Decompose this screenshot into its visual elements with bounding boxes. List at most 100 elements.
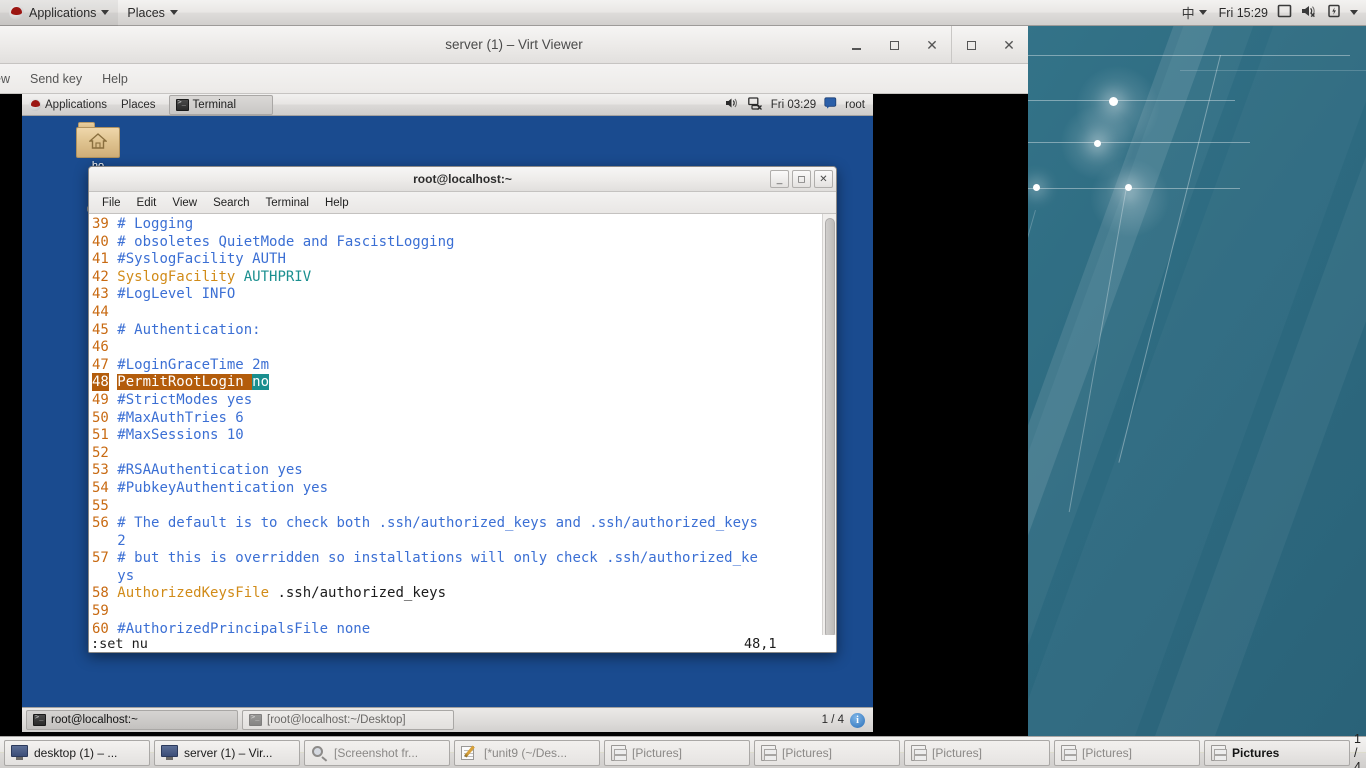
line-number: 51	[92, 427, 109, 444]
editor-line: 2	[92, 533, 822, 551]
editor-line: 51 #MaxSessions 10	[92, 427, 822, 445]
terminal-minimize-button[interactable]: _	[770, 170, 789, 188]
guest-user-label[interactable]: root	[845, 99, 865, 111]
guest-info-badge-icon[interactable]: i	[850, 712, 865, 728]
virt-viewer-menu-view[interactable]: ew	[0, 64, 20, 93]
editor-line: ys	[92, 568, 822, 586]
guest-user-icon[interactable]	[824, 97, 837, 112]
host-task-pictures-1[interactable]: [Pictures]	[604, 739, 750, 766]
host-task-label: server (1) – Vir...	[184, 745, 273, 760]
terminal-close-button[interactable]: ✕	[814, 170, 833, 188]
host-places-menu[interactable]: Places	[118, 0, 187, 26]
virt-viewer-minimize-button[interactable]	[837, 26, 875, 64]
guest-task-desktop-terminal[interactable]: [root@localhost:~/Desktop]	[242, 710, 454, 730]
line-number: 46	[92, 339, 109, 356]
terminal-scrollbar[interactable]	[822, 214, 836, 652]
terminal-menu-edit[interactable]: Edit	[129, 192, 165, 214]
code-span: AUTHPRIV	[243, 268, 312, 285]
battery-icon[interactable]	[1327, 4, 1341, 21]
editor-line: 40 # obsoletes QuietMode and FascistLogg…	[92, 234, 822, 252]
host-task-screenshot[interactable]: [Screenshot fr...	[304, 739, 450, 766]
guest-system-tray: Fri 03:29 root	[725, 96, 873, 113]
guest-workspace-indicator[interactable]: 1 / 4	[822, 714, 844, 726]
host-applications-menu[interactable]: Applications	[0, 0, 119, 26]
guest-window-list-label: Terminal	[192, 98, 237, 111]
code-span: .ssh/authorized_keys	[277, 585, 447, 602]
guest-taskbar: root@localhost:~ [root@localhost:~/Deskt…	[22, 707, 873, 732]
volume-muted-icon[interactable]	[1301, 4, 1318, 21]
volume-icon[interactable]	[725, 97, 740, 112]
guest-window-list-terminal[interactable]: Terminal	[168, 94, 273, 115]
editor-line: 43 #LogLevel INFO	[92, 286, 822, 304]
virt-viewer-menu-help[interactable]: Help	[92, 64, 138, 93]
editor-line: 49 #StrictModes yes	[92, 392, 822, 410]
outer-close-button[interactable]: ✕	[990, 26, 1028, 64]
editor-line: 59	[92, 603, 822, 621]
host-applications-label: Applications	[29, 5, 97, 20]
line-number: 52	[92, 444, 109, 461]
gutter-space	[109, 498, 117, 514]
file-manager-icon	[761, 744, 777, 761]
editor-line: 39 # Logging	[92, 216, 822, 234]
virt-viewer-maximize-button[interactable]	[875, 26, 913, 64]
outer-maximize-button[interactable]	[952, 26, 990, 64]
guest-applications-menu[interactable]: Applications	[22, 94, 114, 116]
terminal-menu-file[interactable]: File	[94, 192, 129, 214]
line-number: 39	[92, 216, 109, 232]
network-disconnected-icon[interactable]	[747, 96, 763, 113]
viewport-letterbox-left	[0, 190, 22, 735]
line-number: 40	[92, 233, 109, 250]
file-manager-icon	[1211, 744, 1227, 761]
input-method-indicator[interactable]: 中	[1179, 1, 1210, 24]
terminal-titlebar[interactable]: root@localhost:~ _ ◻ ✕	[89, 167, 836, 192]
code-span: no	[252, 374, 270, 391]
line-number: 47	[92, 356, 109, 373]
host-task-pictures-3[interactable]: [Pictures]	[904, 739, 1050, 766]
desktop-icon-home[interactable]: ho	[66, 122, 130, 172]
virt-viewer-viewport: Applications Places Terminal	[0, 94, 1028, 735]
host-task-desktop[interactable]: desktop (1) – ...	[4, 739, 150, 766]
chevron-down-icon	[169, 10, 178, 15]
chevron-down-icon[interactable]	[1350, 10, 1358, 15]
terminal-menu-help[interactable]: Help	[317, 192, 357, 214]
virt-viewer-close-button[interactable]: ✕	[913, 26, 951, 64]
vim-editor-content[interactable]: 39 # Logging 40 # obsoletes QuietMode and…	[89, 214, 822, 652]
vim-cursor-position: 48,1	[744, 636, 777, 652]
host-task-pictures-4[interactable]: [Pictures]	[1054, 739, 1200, 766]
host-clock[interactable]: Fri 15:29	[1219, 6, 1268, 20]
host-task-pictures-active[interactable]: Pictures	[1204, 739, 1350, 766]
guest-places-menu[interactable]: Places	[114, 94, 163, 116]
guest-task-terminal[interactable]: root@localhost:~	[26, 710, 238, 730]
editor-line: 58 AuthorizedKeysFile .ssh/authorized_ke…	[92, 585, 822, 603]
redhat-logo-icon	[29, 98, 41, 111]
terminal-menu-terminal[interactable]: Terminal	[258, 192, 317, 214]
host-task-server[interactable]: server (1) – Vir...	[154, 739, 300, 766]
terminal-title: root@localhost:~	[413, 172, 512, 186]
virt-viewer-titlebar[interactable]: server (1) – Virt Viewer ✕ ✕	[0, 26, 1028, 64]
terminal-maximize-button[interactable]: ◻	[792, 170, 811, 188]
terminal-menu-view[interactable]: View	[164, 192, 205, 214]
line-number: 45	[92, 321, 109, 338]
display-icon[interactable]	[1277, 4, 1292, 21]
line-number: 53	[92, 462, 109, 479]
editor-line: 56 # The default is to check both .ssh/a…	[92, 515, 822, 533]
code-span: #MaxSessions 10	[117, 427, 244, 444]
line-number: 48	[92, 373, 109, 392]
code-span: #PubkeyAuthentication yes	[117, 479, 329, 496]
host-task-pictures-2[interactable]: [Pictures]	[754, 739, 900, 766]
line-number	[92, 533, 109, 549]
line-number: 50	[92, 409, 109, 426]
code-span: #MaxAuthTries 6	[117, 409, 244, 426]
code-span: ys	[117, 567, 135, 584]
terminal-menu-search[interactable]: Search	[205, 192, 257, 214]
line-number: 57	[92, 550, 109, 567]
code-span: # Authentication:	[117, 321, 261, 338]
host-task-unit9[interactable]: [*unit9 (~/Des...	[454, 739, 600, 766]
host-task-label: [Pictures]	[1082, 745, 1133, 760]
code-span: #SyslogFacility AUTH	[117, 251, 286, 268]
editor-line: 48 PermitRootLogin no	[92, 373, 822, 392]
virt-viewer-menu-send-key[interactable]: Send key	[20, 64, 92, 93]
terminal-scrollbar-thumb[interactable]	[825, 218, 835, 638]
host-workspace-indicator[interactable]: 1 / 4	[1354, 732, 1366, 768]
guest-clock[interactable]: Fri 03:29	[771, 99, 816, 111]
